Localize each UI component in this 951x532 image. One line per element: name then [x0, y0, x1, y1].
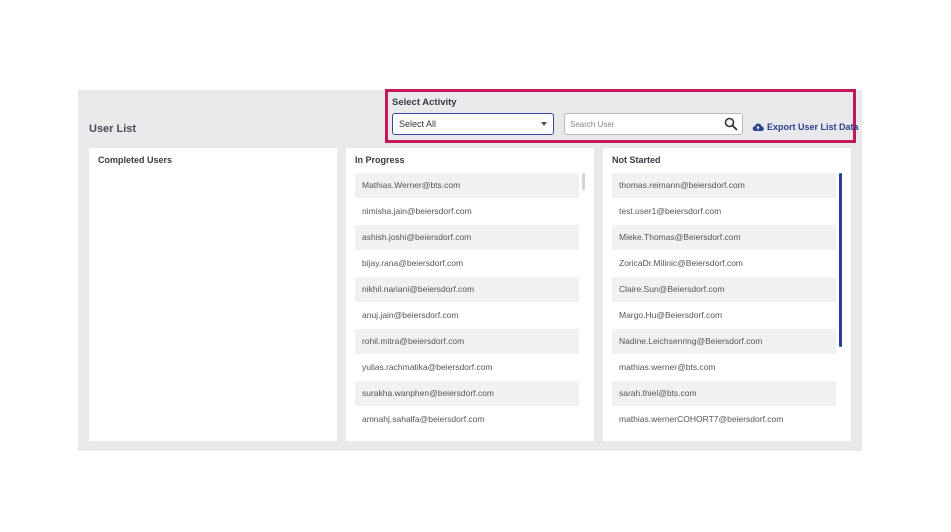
activity-select[interactable]: Select All	[392, 113, 554, 135]
completed-users-header: Completed Users	[98, 155, 173, 165]
search-user-field[interactable]	[564, 113, 743, 135]
list-item[interactable]: thomas.reimann@beiersdorf.com	[612, 173, 836, 198]
completed-users-column: Completed Users	[89, 148, 337, 441]
activity-select-value: Select All	[399, 119, 437, 129]
in-progress-header: In Progress	[355, 155, 405, 165]
search-icon[interactable]	[724, 117, 738, 131]
not-started-header: Not Started	[612, 155, 661, 165]
select-activity-label: Select Activity	[392, 97, 457, 108]
list-item[interactable]: Mieke.Thomas@Beiersdorf.com	[612, 225, 836, 250]
list-item[interactable]: anuj.jain@beiersdorf.com	[355, 303, 579, 328]
list-item[interactable]: mathias.wernerCOHORT7@beiersdorf.com	[612, 407, 836, 432]
not-started-column: Not Started thomas.reimann@beiersdorf.co…	[603, 148, 851, 441]
chevron-down-icon	[541, 122, 547, 126]
export-label: Export User List Data	[767, 122, 859, 132]
cloud-upload-icon	[752, 123, 764, 132]
list-item[interactable]: amnahj.sahalfa@beiersdorf.com	[355, 407, 579, 432]
not-started-scrollbar[interactable]	[839, 173, 842, 347]
list-item[interactable]: ashish.joshi@beiersdorf.com	[355, 225, 579, 250]
list-item[interactable]: Margo.Hu@Beiersdorf.com	[612, 303, 836, 328]
page-title: User List	[89, 123, 137, 135]
list-item[interactable]: test.user1@beiersdorf.com	[612, 199, 836, 224]
export-user-list-button[interactable]: Export User List Data	[752, 122, 859, 132]
list-item[interactable]: nikhil.nariani@beiersdorf.com	[355, 277, 579, 302]
list-item[interactable]: rohil.mitra@beiersdorf.com	[355, 329, 579, 354]
list-item[interactable]: Mathias.Werner@bts.com	[355, 173, 579, 198]
list-item[interactable]: mathias.werner@bts.com	[612, 355, 836, 380]
list-item[interactable]: Claire.Sun@Beiersdorf.com	[612, 277, 836, 302]
list-item[interactable]: bijay.rana@beiersdorf.com	[355, 251, 579, 276]
in-progress-scrollbar[interactable]	[582, 173, 585, 190]
list-item[interactable]: sarah.thiel@bts.com	[612, 381, 836, 406]
list-item[interactable]: ZoricaDr.Milinic@Beiersdorf.com	[612, 251, 836, 276]
list-item[interactable]: yulias.rachmatika@beiersdorf.com	[355, 355, 579, 380]
search-input[interactable]	[570, 117, 720, 131]
in-progress-column: In Progress Mathias.Werner@bts.com nimish…	[346, 148, 594, 441]
list-item[interactable]: Nadine.Leichsenring@Beiersdorf.com	[612, 329, 836, 354]
list-item[interactable]: nimisha.jain@beiersdorf.com	[355, 199, 579, 224]
list-item[interactable]: surakha.wanphen@beiersdorf.com	[355, 381, 579, 406]
